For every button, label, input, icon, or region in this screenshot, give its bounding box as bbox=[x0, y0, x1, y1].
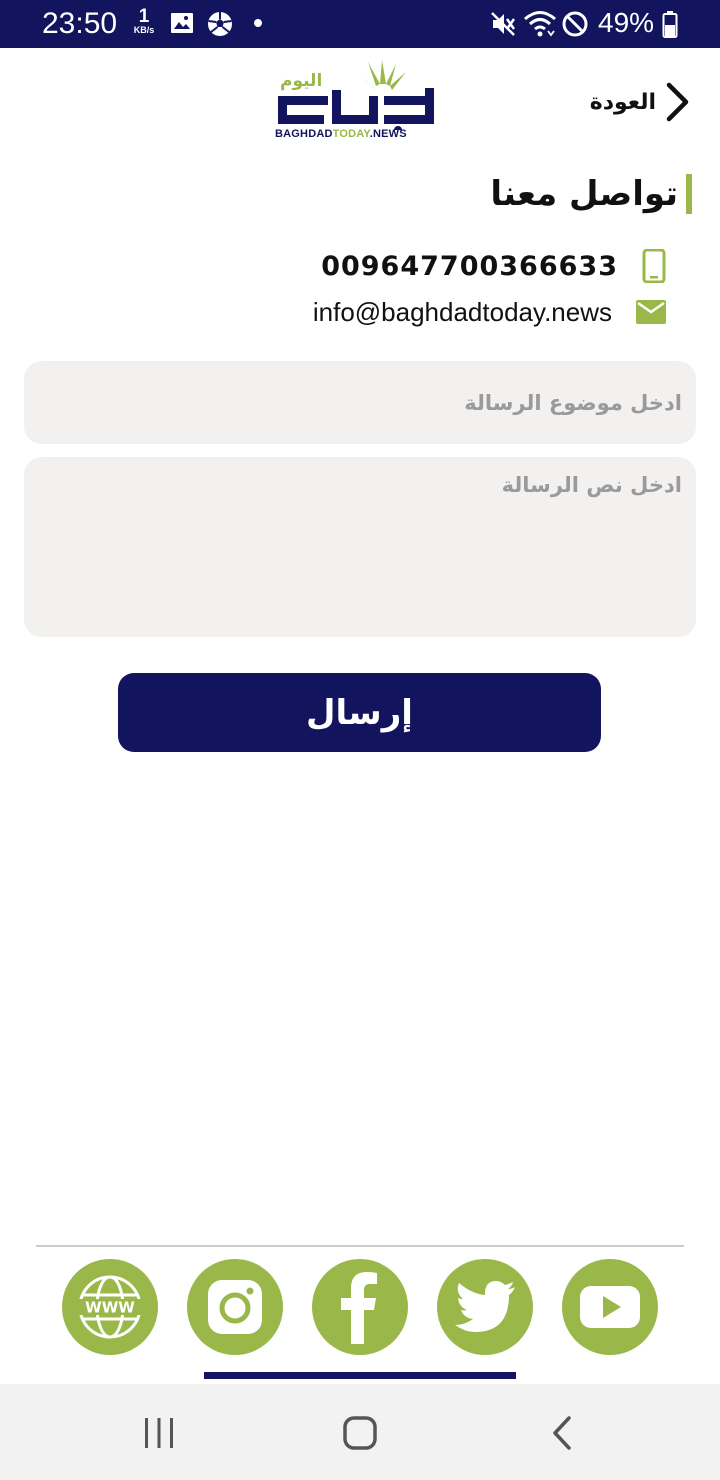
website-icon: WWW bbox=[76, 1275, 144, 1339]
title-accent-bar bbox=[686, 174, 692, 214]
network-speed-value: 1 bbox=[138, 6, 150, 27]
website-button[interactable]: WWW bbox=[62, 1259, 158, 1355]
page-title: تواصل معنا bbox=[490, 174, 678, 214]
mail-icon bbox=[636, 300, 666, 324]
youtube-button[interactable] bbox=[562, 1259, 658, 1355]
dot-icon bbox=[254, 19, 262, 27]
app-logo: اليوم BAGHDADTODAY.NEWS bbox=[272, 60, 448, 144]
footer-accent-bar bbox=[204, 1372, 516, 1379]
back-nav-button[interactable] bbox=[532, 1408, 592, 1458]
home-button[interactable] bbox=[330, 1408, 390, 1458]
chevron-right-icon bbox=[666, 82, 689, 122]
back-label: العودة bbox=[589, 89, 656, 115]
message-body-input[interactable] bbox=[24, 457, 696, 637]
wifi-icon bbox=[524, 11, 556, 37]
twitter-icon bbox=[455, 1281, 515, 1332]
phone-icon bbox=[642, 249, 666, 283]
status-time: 23:50 bbox=[42, 7, 118, 40]
instagram-icon bbox=[208, 1280, 262, 1334]
page-title-row: تواصل معنا bbox=[490, 172, 692, 216]
logo-mark: اليوم bbox=[278, 60, 434, 134]
send-button[interactable]: إرسال bbox=[118, 673, 601, 752]
twitter-button[interactable] bbox=[437, 1259, 533, 1355]
mute-icon bbox=[491, 12, 516, 36]
phone-number[interactable]: 009647700366633 bbox=[321, 251, 618, 282]
subject-input[interactable] bbox=[24, 361, 696, 444]
instagram-button[interactable] bbox=[187, 1259, 283, 1355]
back-nav-icon bbox=[553, 1416, 571, 1450]
do-not-disturb-icon bbox=[562, 11, 588, 37]
system-nav-bar bbox=[0, 1384, 720, 1480]
logo-subtitle: BAGHDADTODAY.NEWS bbox=[275, 128, 407, 140]
recent-apps-button[interactable] bbox=[129, 1408, 189, 1458]
status-bar: 23:50 1 KB/s 49% bbox=[0, 0, 720, 48]
home-icon bbox=[343, 1416, 377, 1450]
battery-icon bbox=[662, 11, 678, 38]
soccer-ball-icon bbox=[208, 12, 232, 36]
network-speed-unit: KB/s bbox=[133, 25, 155, 35]
youtube-icon bbox=[580, 1286, 640, 1328]
back-button[interactable]: العودة bbox=[590, 80, 690, 124]
email-row[interactable]: info@baghdadtoday.news bbox=[313, 292, 666, 332]
logo-subtitle-part1: BAGHDAD bbox=[275, 128, 333, 140]
logo-arabic-text: اليوم bbox=[280, 71, 322, 91]
logo-subtitle-part3: .NEWS bbox=[369, 128, 407, 140]
logo-subtitle-part2: TODAY bbox=[332, 128, 370, 140]
recent-apps-icon bbox=[145, 1418, 173, 1448]
facebook-button[interactable] bbox=[312, 1259, 408, 1355]
facebook-icon bbox=[341, 1272, 377, 1344]
phone-row[interactable]: 009647700366633 bbox=[321, 246, 666, 286]
footer-divider bbox=[36, 1245, 684, 1247]
email-address[interactable]: info@baghdadtoday.news bbox=[313, 297, 612, 328]
battery-percent: 49% bbox=[598, 7, 655, 38]
website-label: WWW bbox=[85, 1299, 135, 1317]
image-icon bbox=[171, 13, 193, 33]
network-speed: 1 KB/s bbox=[128, 7, 160, 35]
